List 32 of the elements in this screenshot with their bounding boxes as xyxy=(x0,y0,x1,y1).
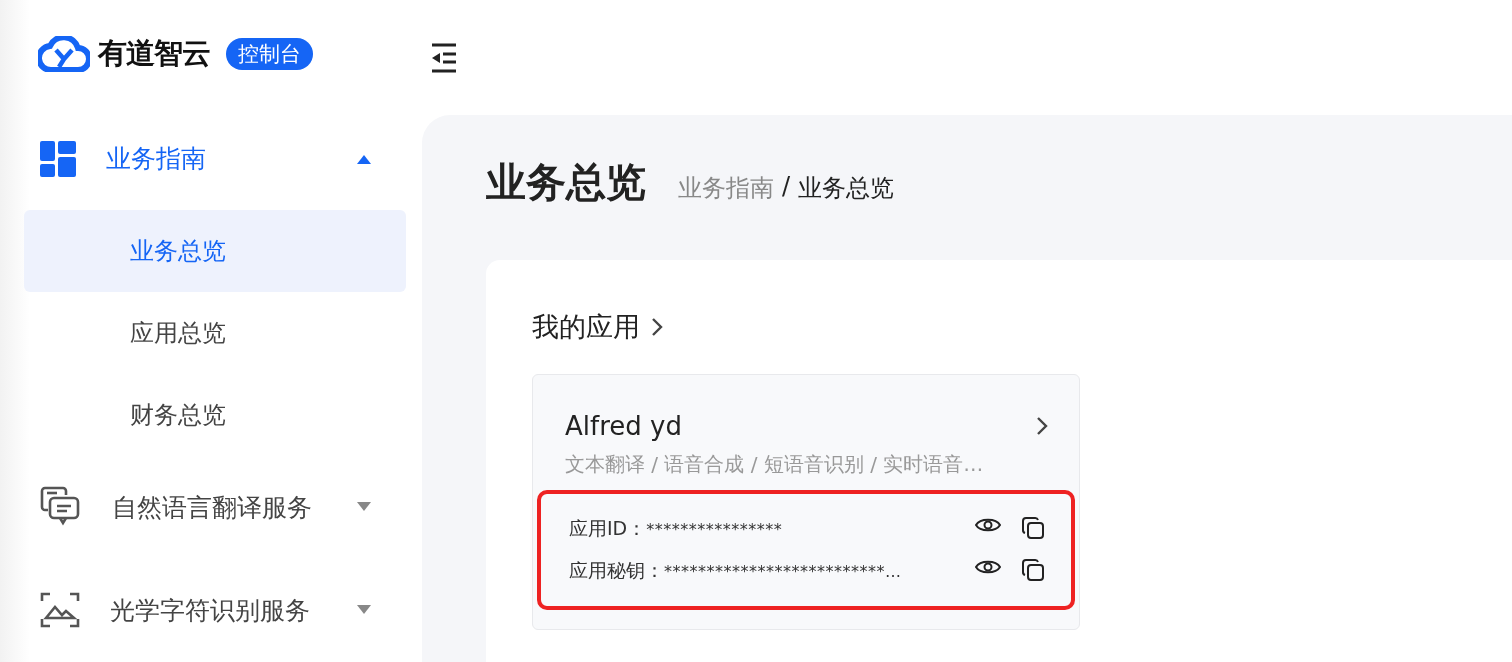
sidebar-group[interactable]: 业务指南 xyxy=(0,107,422,211)
section-title: 我的应用 xyxy=(532,310,640,344)
chevron-right-icon[interactable] xyxy=(650,316,664,338)
sidebar-group[interactable]: 自然语言翻译服务 xyxy=(0,455,422,559)
credential-label: 应用ID： xyxy=(569,516,647,541)
copy-icon[interactable] xyxy=(1021,558,1045,582)
eye-icon[interactable] xyxy=(975,516,1001,534)
group-label: 光学字符识别服务 xyxy=(110,594,311,627)
breadcrumb-item: 业务总览 xyxy=(798,173,895,204)
credential-label: 应用秘钥： xyxy=(569,558,664,583)
page-title: 业务总览 xyxy=(486,158,646,207)
collapse-menu-icon[interactable] xyxy=(430,42,458,73)
copy-icon[interactable] xyxy=(1021,516,1045,540)
sidebar-item[interactable]: 应用总览 xyxy=(24,292,406,374)
app-services: 文本翻译 / 语音合成 / 短语音识别 / 实时语音… xyxy=(565,451,985,478)
breadcrumb-item: / xyxy=(782,172,791,202)
sidebar-item[interactable]: 财务总览 xyxy=(24,373,406,456)
app-name: Alfred yd xyxy=(565,411,682,441)
group-label: 自然语言翻译服务 xyxy=(112,491,313,524)
console-badge: 控制台 xyxy=(226,37,313,70)
group-label: 业务指南 xyxy=(106,143,207,176)
image-scan-icon xyxy=(40,591,80,630)
sidebar-group[interactable]: 光学字符识别服务 xyxy=(0,558,422,662)
credential-value: **************** xyxy=(646,522,784,538)
cloud-logo-icon xyxy=(38,35,90,72)
eye-icon[interactable] xyxy=(975,558,1001,576)
chevron-right-icon[interactable] xyxy=(1035,415,1049,437)
brand-name: 有道智云 xyxy=(98,34,210,72)
sidebar-item[interactable]: 业务总览 xyxy=(24,210,406,293)
app-card[interactable]: Alfred yd 文本翻译 / 语音合成 / 短语音识别 / 实时语音… 应用ID：**************** 应用秘钥：**************************… xyxy=(532,374,1080,630)
grid-icon xyxy=(40,140,76,177)
credential-value: **************************… xyxy=(664,564,903,580)
